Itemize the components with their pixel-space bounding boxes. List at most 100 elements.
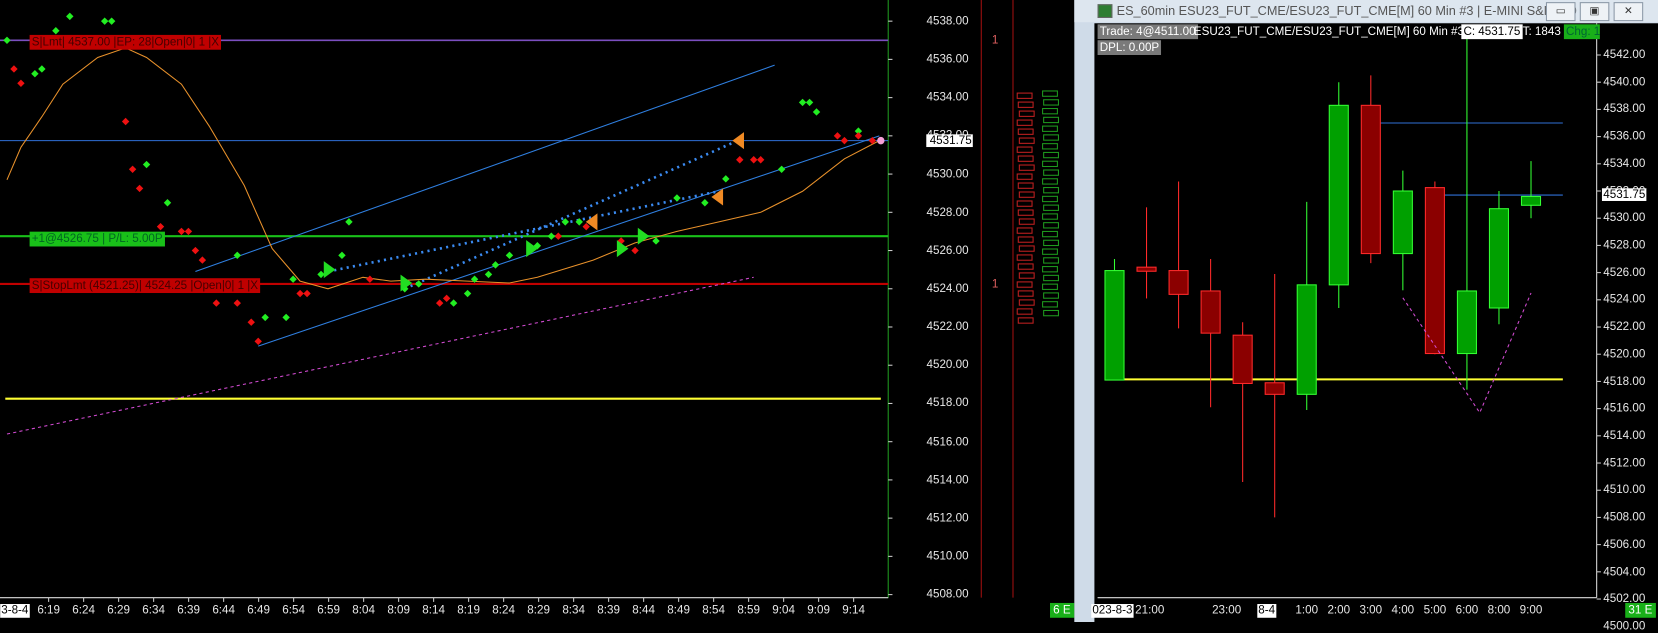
signal-dot [184, 227, 193, 236]
stop-order-label[interactable]: S|StopLmt (4521.25)| 4524.25 |Open|0| 1 … [29, 278, 261, 294]
profile-red-glyph [1018, 245, 1035, 252]
time-axis-label: 8:00 [1487, 604, 1511, 617]
time-axis-label: 8:09 [387, 604, 410, 617]
signal-dot [3, 36, 11, 44]
profile-green-glyph [1042, 160, 1058, 168]
price-axis-label: 4516.00 [926, 435, 969, 449]
profile-red-glyph [1018, 218, 1035, 225]
price-axis-label: 4528.00 [1603, 239, 1646, 252]
position-label[interactable]: +1@4526.75 | P/L: 5.00P [29, 231, 165, 247]
candle-body [1136, 266, 1157, 272]
profile-red-glyph [1017, 182, 1034, 189]
current-price-marker: 4531.75 [926, 134, 973, 147]
profile-red-glyph [1018, 299, 1035, 306]
price-axis-label: 4504.00 [1603, 565, 1646, 579]
time-axis-label: 6:59 [317, 604, 340, 617]
last-trade-label: Trade: 4@4511.00 [1097, 24, 1198, 40]
signal-dot [812, 108, 821, 116]
price-axis-label: 4508.00 [926, 588, 969, 601]
signal-dot [554, 232, 563, 240]
last-price-marker [877, 136, 885, 145]
time-axis-label: 2:00 [1327, 604, 1351, 617]
signal-dot [212, 299, 221, 307]
signal-dot [736, 156, 744, 164]
signal-dot [722, 175, 730, 183]
price-axis-label: 4514.00 [1603, 429, 1646, 443]
candle-body [1200, 290, 1221, 334]
profile-red-glyph [1017, 263, 1034, 270]
window-title-bar[interactable]: ES_60min ESU23_FUT_CME/ESU23_FUT_CME[M] … [1074, 0, 1658, 23]
candle-body [1392, 190, 1413, 255]
tick-count-label: T: 1843 [1522, 25, 1561, 39]
signal-dot [38, 65, 46, 73]
time-axis-label: 8:14 [422, 604, 445, 617]
time-axis-label: 6:34 [142, 604, 165, 617]
profile-green-glyph [1042, 230, 1058, 238]
time-axis-label: 8-4 [1257, 604, 1277, 618]
time-axis-label: 8:44 [632, 604, 655, 617]
profile-green-glyph [1043, 239, 1059, 247]
right-chart-canvas[interactable] [1094, 23, 1658, 622]
profile-green-glyph [1042, 266, 1058, 273]
candle-body [1520, 195, 1542, 206]
signal-dot [798, 98, 807, 107]
profile-green-glyph [1042, 195, 1058, 203]
price-axis-label: 4526.00 [926, 244, 969, 257]
candle-body [1264, 382, 1285, 395]
signal-dot [66, 12, 74, 21]
right-chart-panel[interactable]: 4542.004540.004538.004536.004534.004532.… [1091, 23, 1658, 633]
profile-green-glyph [1043, 187, 1059, 194]
time-axis-label: 6:49 [247, 604, 270, 617]
time-axis-label: 8:19 [457, 604, 480, 617]
signal-dot [673, 194, 681, 202]
time-axis-label: 8:39 [597, 604, 620, 617]
signal-dot [156, 222, 165, 231]
dpl-label: DPL: 0.00P [1097, 40, 1162, 56]
time-axis-label: 8:34 [562, 604, 585, 617]
time-axis-label: 1:00 [1295, 604, 1319, 617]
left-chart-panel[interactable]: 4538.004536.004534.004532.004530.004528.… [0, 0, 1074, 622]
price-axis-label: 4534.00 [926, 91, 969, 104]
candle-body [1232, 334, 1253, 384]
price-axis-label: 4522.00 [1603, 320, 1646, 334]
signal-dot [442, 294, 451, 303]
time-axis-label: 9:14 [842, 604, 865, 617]
profile-green-glyph [1042, 178, 1058, 185]
profile-red-glyph [1016, 92, 1033, 99]
profile-red-glyph [1017, 209, 1034, 216]
maximize-button[interactable]: ▣ [1579, 2, 1610, 22]
time-axis-label: 9:09 [807, 604, 830, 617]
close-button[interactable]: ✕ [1613, 2, 1644, 22]
profile-green-glyph [1043, 169, 1059, 176]
channel-lower-line [258, 135, 880, 347]
profile-green-glyph [1042, 248, 1058, 255]
profile-red-glyph [1018, 164, 1035, 171]
profile-red-glyph [1016, 254, 1033, 261]
price-axis-label: 4536.00 [926, 53, 969, 66]
signal-dot [854, 132, 863, 140]
close-price-label: C: 4531.75 [1461, 24, 1523, 40]
candle-body [1168, 270, 1189, 295]
signal-dot [52, 27, 60, 35]
price-axis-label: 4526.00 [1603, 266, 1646, 279]
price-axis-label: 4524.00 [926, 282, 969, 296]
minimize-button[interactable]: ▭ [1545, 2, 1576, 22]
price-axis-label: 4514.00 [926, 473, 969, 487]
profile-green-glyph [1042, 213, 1058, 220]
left-chart-canvas[interactable] [0, 0, 1074, 622]
price-axis-label: 4518.00 [926, 397, 969, 410]
price-axis-label: 4510.00 [1603, 483, 1646, 497]
price-axis-label: 4536.00 [1603, 130, 1646, 143]
signal-dot [484, 270, 493, 279]
change-label: Chg: 1.0 [1563, 24, 1600, 40]
price-axis-label: 4520.00 [926, 358, 969, 372]
order-count-upper: 1 [991, 33, 999, 47]
price-axis-label: 4540.00 [1603, 75, 1646, 89]
time-axis-label: 6:24 [72, 604, 95, 617]
price-axis-label: 4542.00 [1603, 48, 1646, 62]
price-axis-label: 4524.00 [1603, 293, 1646, 307]
limit-order-label[interactable]: S|Lmt| 4537.00 |EP: 28|Open|0| 1 |X [29, 34, 222, 50]
time-axis-label: 9:00 [1519, 604, 1543, 617]
signal-dot [142, 160, 151, 169]
profile-red-glyph [1016, 173, 1033, 180]
